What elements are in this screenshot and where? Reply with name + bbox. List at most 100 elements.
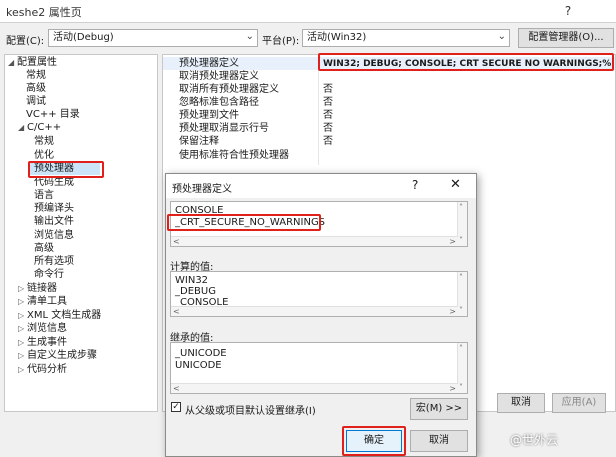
highlight-crt-secure-line bbox=[167, 214, 321, 231]
tree-item-linker[interactable]: ▷ 链接器 bbox=[18, 283, 57, 295]
config-select[interactable]: 活动(Debug) ⌄ bbox=[48, 29, 258, 47]
dialog-cancel-button[interactable]: 取消 bbox=[410, 430, 468, 452]
prop-name[interactable]: 取消预处理器定义 bbox=[179, 71, 259, 83]
prop-name[interactable]: 预处理器定义 bbox=[179, 58, 239, 70]
tree-item-general[interactable]: 常规 bbox=[26, 70, 46, 82]
highlight-tree-preprocessor bbox=[28, 161, 104, 178]
tree-item-label: 配置属性 bbox=[17, 57, 57, 68]
computed-line: _DEBUG bbox=[175, 286, 216, 297]
platform-label: 平台(P): bbox=[262, 36, 300, 47]
highlight-preprocessor-value bbox=[318, 53, 614, 71]
tree-item-code-analysis[interactable]: ▷ 代码分析 bbox=[18, 364, 67, 376]
tree-item-label: 自定义生成步骤 bbox=[27, 350, 97, 361]
platform-select[interactable]: 活动(Win32) ⌄ bbox=[302, 29, 510, 47]
inherited-line: UNICODE bbox=[175, 360, 222, 371]
tree-item-build-events[interactable]: ▷ 生成事件 bbox=[18, 337, 67, 349]
help-button[interactable]: ? bbox=[556, 2, 580, 20]
tree-item-command-line[interactable]: 命令行 bbox=[34, 269, 64, 281]
config-label: 配置(C): bbox=[6, 36, 45, 47]
scroll-down-icon[interactable]: ˅ bbox=[459, 236, 463, 245]
prop-name[interactable]: 预处理到文件 bbox=[179, 110, 239, 122]
prop-value[interactable]: 否 bbox=[323, 136, 333, 148]
scroll-up-icon[interactable]: ˄ bbox=[459, 273, 463, 282]
collapsed-arrow-icon: ▷ bbox=[18, 297, 25, 306]
chevron-down-icon: ⌄ bbox=[497, 31, 506, 42]
tree-item-browse-information[interactable]: ▷ 浏览信息 bbox=[18, 323, 67, 335]
scroll-left-icon[interactable]: < bbox=[173, 237, 180, 246]
prop-name[interactable]: 取消所有预处理器定义 bbox=[179, 84, 279, 96]
dialog-titlebar: 预处理器定义 ? ✕ bbox=[166, 174, 476, 198]
dialog-title: 预处理器定义 bbox=[172, 184, 232, 195]
prop-name[interactable]: 忽略标准包含路径 bbox=[179, 97, 259, 109]
scroll-left-icon[interactable]: < bbox=[173, 384, 180, 393]
horizontal-scrollbar[interactable]: < > bbox=[171, 306, 458, 316]
collapsed-arrow-icon: ▷ bbox=[18, 351, 25, 360]
tree-item-label: XML 文档生成器 bbox=[27, 310, 102, 321]
horizontal-scrollbar[interactable]: < > bbox=[171, 236, 458, 246]
tree-item-debugging[interactable]: 调试 bbox=[26, 96, 46, 108]
scroll-up-icon[interactable]: ˄ bbox=[459, 203, 463, 212]
tree-item-cpp-general[interactable]: 常规 bbox=[34, 136, 54, 148]
tree-item-precompiled-headers[interactable]: 预编译头 bbox=[34, 203, 74, 215]
highlight-ok-button bbox=[342, 426, 406, 456]
tree-item-label: 清单工具 bbox=[27, 296, 67, 307]
prop-value[interactable]: 否 bbox=[323, 97, 333, 109]
tree-item-cpp-advanced[interactable]: 高级 bbox=[34, 243, 54, 255]
prop-name[interactable]: 预处理取消显示行号 bbox=[179, 123, 269, 135]
scroll-left-icon[interactable]: < bbox=[173, 307, 180, 316]
prop-name[interactable]: 使用标准符合性预处理器 bbox=[179, 150, 289, 162]
inherit-checkbox-label[interactable]: 从父级或项目默认设置继承(I) bbox=[185, 402, 316, 417]
prop-value[interactable]: 否 bbox=[323, 84, 333, 96]
tree-item-label: 链接器 bbox=[27, 283, 57, 294]
dialog-help-button[interactable]: ? bbox=[412, 178, 418, 192]
horizontal-scrollbar[interactable]: < > bbox=[171, 383, 458, 393]
tree-item-config-props[interactable]: ◢ 配置属性 bbox=[8, 57, 57, 69]
vertical-scrollbar[interactable]: ˄ ˅ bbox=[457, 272, 467, 316]
apply-button[interactable]: 应用(A) bbox=[552, 393, 606, 413]
window-titlebar: keshe2 属性页 ? bbox=[0, 0, 616, 23]
tree-item-browse-info[interactable]: 浏览信息 bbox=[34, 230, 74, 242]
watermark: @世外云 bbox=[510, 433, 559, 447]
prop-value[interactable]: 否 bbox=[323, 123, 333, 135]
inherit-checkbox[interactable]: ✓ bbox=[171, 402, 181, 412]
scroll-right-icon[interactable]: > bbox=[449, 307, 456, 316]
collapsed-arrow-icon: ▷ bbox=[18, 311, 25, 320]
collapsed-arrow-icon: ▷ bbox=[18, 284, 25, 293]
tree-item-advanced[interactable]: 高级 bbox=[26, 83, 46, 95]
scroll-right-icon[interactable]: > bbox=[449, 237, 456, 246]
scroll-down-icon[interactable]: ˅ bbox=[459, 383, 463, 392]
prop-value[interactable]: 否 bbox=[323, 110, 333, 122]
tree-item-code-generation[interactable]: 代码生成 bbox=[34, 177, 74, 189]
expanded-arrow-icon: ◢ bbox=[18, 123, 25, 132]
tree-item-vc-directories[interactable]: VC++ 目录 bbox=[26, 109, 80, 121]
config-manager-button[interactable]: 配置管理器(O)... bbox=[518, 28, 614, 48]
cancel-button[interactable]: 取消 bbox=[497, 393, 545, 413]
tree-item-cpp[interactable]: ◢ C/C++ bbox=[18, 122, 61, 134]
scroll-down-icon[interactable]: ˅ bbox=[459, 306, 463, 315]
tree-item-all-options[interactable]: 所有选项 bbox=[34, 256, 74, 268]
computed-line: WIN32 bbox=[175, 275, 209, 286]
collapsed-arrow-icon: ▷ bbox=[18, 338, 25, 347]
tree-item-output-files[interactable]: 输出文件 bbox=[34, 216, 74, 228]
tree-item-label: C/C++ bbox=[27, 122, 62, 133]
window-title: keshe2 属性页 bbox=[6, 6, 82, 19]
tree-item-manifest-tool[interactable]: ▷ 清单工具 bbox=[18, 296, 67, 308]
collapsed-arrow-icon: ▷ bbox=[18, 324, 25, 333]
tree-item-xml-doc[interactable]: ▷ XML 文档生成器 bbox=[18, 310, 101, 322]
tree-item-label: 浏览信息 bbox=[27, 323, 67, 334]
scroll-right-icon[interactable]: > bbox=[449, 384, 456, 393]
prop-name[interactable]: 保留注释 bbox=[179, 136, 219, 148]
vertical-scrollbar[interactable]: ˄ ˅ bbox=[457, 343, 467, 393]
vertical-scrollbar[interactable]: ˄ ˅ bbox=[457, 202, 467, 246]
preprocessor-definitions-dialog: 预处理器定义 ? ✕ CONSOLE _CRT_SECURE_NO_WARNIN… bbox=[165, 173, 477, 457]
property-tree[interactable]: ◢ 配置属性 常规 高级 调试 VC++ 目录 ◢ C/C++ 常规 优化 预处理器… bbox=[4, 54, 158, 412]
scroll-up-icon[interactable]: ˄ bbox=[459, 344, 463, 353]
tree-item-language[interactable]: 语言 bbox=[34, 190, 54, 202]
column-divider bbox=[318, 55, 319, 165]
macro-button[interactable]: 宏(M) >> bbox=[410, 398, 468, 420]
close-icon[interactable]: ✕ bbox=[450, 177, 461, 192]
config-value: 活动(Debug) bbox=[53, 32, 114, 43]
tree-item-custom-build[interactable]: ▷ 自定义生成步骤 bbox=[18, 350, 97, 362]
collapsed-arrow-icon: ▷ bbox=[18, 365, 25, 374]
tree-item-label: 代码分析 bbox=[27, 364, 67, 375]
